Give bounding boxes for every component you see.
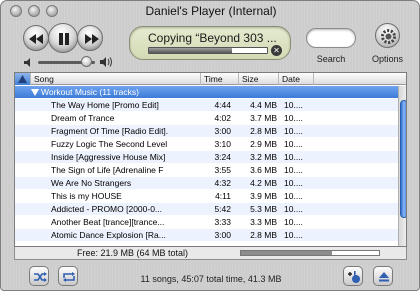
time-cell: 3:00 [214, 230, 231, 240]
song-title-cell: This is my HOUSE [51, 191, 122, 201]
table-row[interactable]: The Sign of Life [Adrenaline F 3:55 3.6 MB… [15, 164, 398, 176]
volume-low-icon [24, 58, 30, 67]
size-cell: 3.2 MB [250, 152, 277, 162]
time-cell: 3:00 [214, 126, 231, 136]
playlist-group-row[interactable]: Workout Music (11 tracks) [15, 86, 398, 98]
song-title-cell: Inside [Aggressive House Mix] [51, 152, 166, 162]
table-row[interactable]: Fragment Of Time [Radio Edit]. 3:00 2.8 MB… [15, 125, 398, 137]
pause-icon [59, 33, 69, 45]
date-cell: 10.... [284, 100, 303, 110]
column-header-song[interactable]: Song [30, 73, 200, 85]
column-header-empty [313, 73, 398, 85]
title-bar: Daniel's Player (Internal) [1, 1, 419, 23]
eject-button[interactable] [373, 266, 393, 286]
time-cell: 3:55 [214, 165, 231, 175]
date-cell: 10.... [284, 178, 303, 188]
date-cell: 10.... [284, 126, 303, 136]
stop-copy-icon[interactable]: ✕ [271, 45, 282, 56]
volume-high-icon [100, 57, 112, 67]
date-cell: 10.... [284, 191, 303, 201]
table-row[interactable]: Dream of Trance 4:02 3.7 MB 10.... [15, 112, 398, 124]
options-button[interactable] [375, 23, 400, 48]
search-input[interactable] [306, 28, 356, 48]
previous-button[interactable] [23, 25, 49, 51]
time-cell: 4:02 [214, 113, 231, 123]
window-title: Daniel's Player (Internal) [145, 4, 277, 18]
vertical-scrollbar[interactable] [398, 86, 406, 246]
capacity-used-fill [241, 251, 333, 255]
add-playlist-icon [348, 271, 360, 283]
table-row[interactable]: Addicted - PROMO [2000-0... 5:42 5.3 MB 10.… [15, 203, 398, 215]
size-cell: 4.4 MB [250, 100, 277, 110]
capacity-meter [240, 250, 380, 256]
time-cell: 4:32 [214, 178, 231, 188]
scrollbar-thumb[interactable] [400, 100, 406, 218]
new-playlist-button[interactable] [343, 266, 363, 286]
time-cell: 3:33 [214, 217, 231, 227]
column-header-date[interactable]: Date [278, 73, 313, 85]
size-cell: 2.9 MB [250, 139, 277, 149]
player-window: Daniel's Player (Internal) Copying “Beyo… [0, 0, 420, 291]
options-label: Options [371, 54, 404, 64]
playlist-group-label: Workout Music (11 tracks) [41, 87, 139, 97]
song-title-cell: Addicted - PROMO [2000-0... [51, 204, 163, 214]
copy-progress-bar [148, 47, 268, 54]
size-cell: 3.7 MB [250, 113, 277, 123]
capacity-bar: Free: 21.9 MB (64 MB total) [14, 247, 407, 260]
time-cell: 3:10 [214, 139, 231, 149]
time-cell: 4:11 [215, 191, 231, 201]
copy-status-text: Copying “Beyond 303 ... [148, 31, 277, 45]
song-title-cell: Atomic Dance Explosion [Ra... [51, 230, 166, 240]
next-button[interactable] [77, 25, 103, 51]
time-cell: 3:24 [214, 152, 231, 162]
song-title-cell: Another Beat [trance][trance... [51, 217, 165, 227]
size-cell: 5.3 MB [250, 204, 277, 214]
time-cell: 5:42 [214, 204, 231, 214]
disclosure-triangle-icon[interactable] [31, 89, 39, 96]
table-row[interactable]: Fuzzy Logic The Second Level 3:10 2.9 MB 10… [15, 138, 398, 150]
play-pause-button[interactable] [48, 23, 78, 53]
song-table: Song Time Size Date Workout Music (11 tr… [14, 72, 407, 247]
table-header: Song Time Size Date [15, 73, 406, 85]
song-list: Workout Music (11 tracks) The Way Home [… [15, 86, 398, 246]
free-space-text: Free: 21.9 MB (64 MB total) [77, 248, 189, 258]
date-cell: 10.... [284, 165, 303, 175]
gear-icon [381, 29, 396, 44]
size-cell: 3.6 MB [250, 165, 277, 175]
song-title-cell: The Sign of Life [Adrenaline F [51, 165, 164, 175]
song-title-cell: Fragment Of Time [Radio Edit]. [51, 126, 169, 136]
table-row[interactable]: We Are No Strangers 4:32 4.2 MB 10.... [15, 177, 398, 189]
table-row[interactable]: Inside [Aggressive House Mix] 3:24 3.2 MB 1… [15, 151, 398, 163]
column-header-size[interactable]: Size [238, 73, 278, 85]
size-cell: 2.8 MB [250, 126, 277, 136]
eject-icon [379, 272, 389, 282]
table-row[interactable]: Another Beat [trance][trance... 3:33 3.3 M… [15, 216, 398, 228]
table-row[interactable]: Atomic Dance Explosion [Ra... 3:00 2.8 MB 1… [15, 229, 398, 241]
table-row[interactable]: This is my HOUSE 4:11 3.9 MB 10.... [15, 190, 398, 202]
song-title-cell: We Are No Strangers [51, 178, 132, 188]
time-cell: 4:44 [214, 100, 231, 110]
date-cell: 10.... [284, 204, 303, 214]
sort-ascending-icon[interactable] [15, 73, 30, 85]
size-cell: 3.9 MB [250, 191, 277, 201]
status-display: Copying “Beyond 303 ... ✕ [129, 26, 291, 60]
date-cell: 10.... [284, 113, 303, 123]
date-cell: 10.... [284, 217, 303, 227]
song-title-cell: Dream of Trance [51, 113, 115, 123]
date-cell: 10.... [284, 139, 303, 149]
size-cell: 4.2 MB [250, 178, 277, 188]
volume-knob[interactable] [81, 56, 93, 67]
size-cell: 2.8 MB [250, 230, 277, 240]
fast-forward-icon [85, 34, 99, 44]
column-header-time[interactable]: Time [200, 73, 238, 85]
copy-progress-fill [149, 48, 232, 53]
date-cell: 10.... [284, 230, 303, 240]
search-label: Search [316, 54, 346, 64]
table-row[interactable]: The Way Home [Promo Edit] 4:44 4.4 MB 10...… [15, 99, 398, 111]
size-cell: 3.3 MB [250, 217, 277, 227]
rewind-icon [29, 34, 43, 44]
date-cell: 10.... [284, 152, 303, 162]
song-title-cell: Fuzzy Logic The Second Level [51, 139, 168, 149]
song-title-cell: The Way Home [Promo Edit] [51, 100, 159, 110]
